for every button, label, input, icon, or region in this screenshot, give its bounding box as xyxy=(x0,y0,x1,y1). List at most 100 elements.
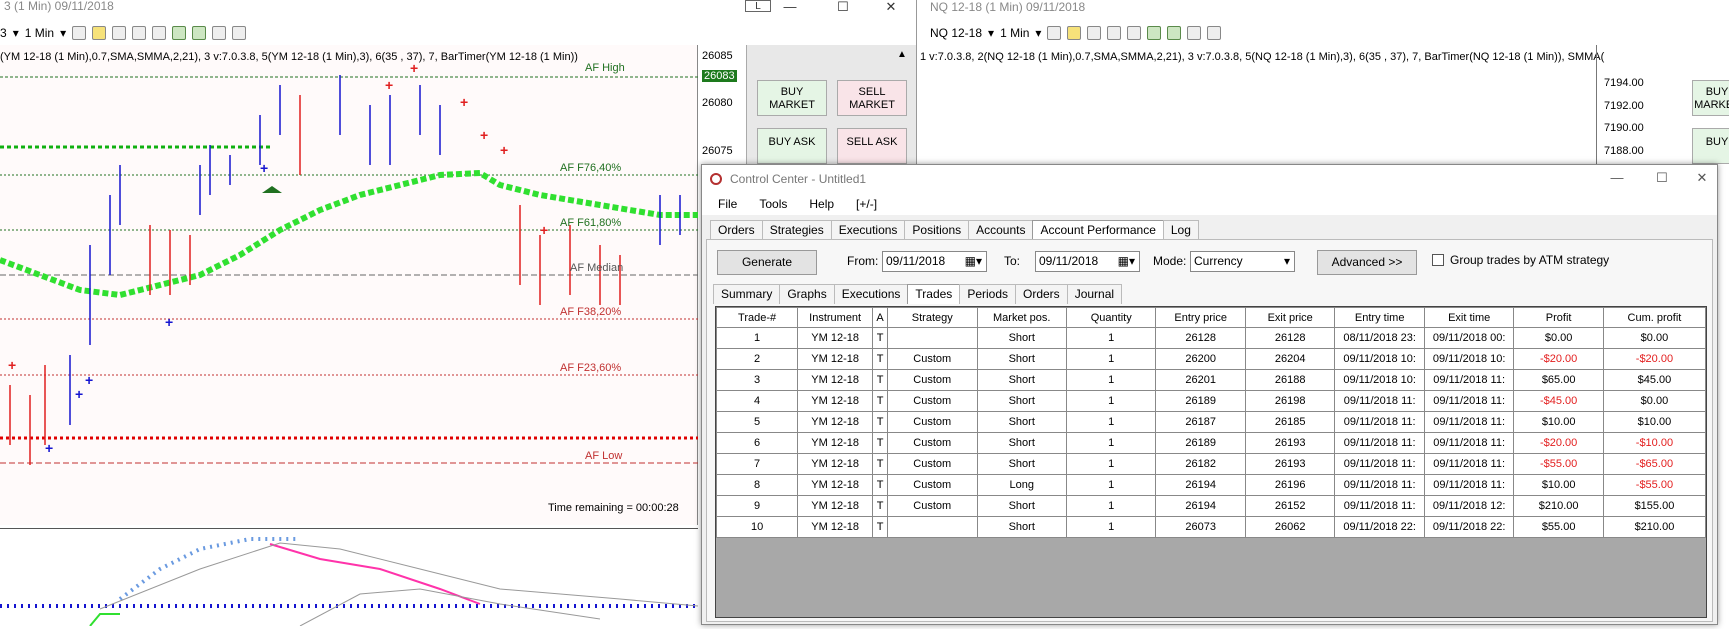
column-header[interactable]: Entry time xyxy=(1334,307,1425,328)
table-cell: T xyxy=(872,369,889,391)
column-header[interactable]: Quantity xyxy=(1065,307,1157,328)
table-row[interactable]: 2 YM 12-18 T Custom Short 1 26200 26204 09/11/20… xyxy=(715,348,1707,370)
from-date-field[interactable]: 09/11/2018 ▦▾ xyxy=(882,251,987,272)
chevron-down-icon[interactable]: ▾ xyxy=(1284,252,1290,271)
group-trades-checkbox[interactable] xyxy=(1432,254,1444,266)
minimize-icon[interactable]: — xyxy=(775,0,805,14)
menu-tools[interactable]: Tools xyxy=(759,197,787,211)
price-tick: 26085 xyxy=(702,50,733,62)
table-row[interactable]: 3 YM 12-18 T Custom Short 1 26201 26188 09/11/20… xyxy=(715,369,1707,391)
maximize-icon[interactable]: ☐ xyxy=(1647,171,1677,185)
bar-type-icon[interactable] xyxy=(1047,26,1062,40)
to-date-field[interactable]: 09/11/2018 ▦▾ xyxy=(1035,251,1140,272)
sell-market-button[interactable]: SELL MARKET xyxy=(837,80,907,116)
instrument-selector[interactable]: 3 xyxy=(0,26,7,40)
calendar-icon[interactable]: ▦▾ xyxy=(965,252,982,271)
maximize-icon[interactable]: ☐ xyxy=(828,0,858,14)
calendar-icon[interactable]: ▦▾ xyxy=(1118,252,1135,271)
properties-icon[interactable] xyxy=(232,26,247,40)
table-row[interactable]: 1 YM 12-18 T Short 1 26128 26128 08/11/2018 23:… xyxy=(715,327,1707,349)
table-row[interactable]: 5 YM 12-18 T Custom Short 1 26187 26185 09/11/20… xyxy=(715,411,1707,433)
table-row[interactable]: 4 YM 12-18 T Custom Short 1 26189 26198 09/11/20… xyxy=(715,390,1707,412)
column-header[interactable]: Entry price xyxy=(1155,307,1246,328)
subtab-trades[interactable]: Trades xyxy=(907,284,961,304)
tab-log[interactable]: Log xyxy=(1162,220,1199,240)
close-icon[interactable]: ✕ xyxy=(876,0,906,14)
template-icon[interactable] xyxy=(212,26,227,40)
subtab-periods[interactable]: Periods xyxy=(959,284,1016,304)
lower-indicator-panel[interactable] xyxy=(0,528,699,627)
drawing-pencil-icon[interactable] xyxy=(1067,26,1082,40)
table-row[interactable]: 7 YM 12-18 T Custom Short 1 26182 26193 09/11/20… xyxy=(715,453,1707,475)
table-cell: 8 xyxy=(715,474,799,496)
column-header[interactable]: A xyxy=(872,307,889,328)
menu-expand[interactable]: [+/-] xyxy=(856,197,877,211)
column-header[interactable]: Exit time xyxy=(1423,307,1515,328)
minimize-icon[interactable]: — xyxy=(1602,171,1632,185)
column-header[interactable]: Cum. profit xyxy=(1602,307,1707,328)
strategies-icon[interactable] xyxy=(1167,26,1182,40)
price-tick: 7188.00 xyxy=(1604,145,1644,157)
subtab-summary[interactable]: Summary xyxy=(713,284,781,304)
chevron-down-icon[interactable]: ▾ xyxy=(13,26,19,40)
subtab-graphs[interactable]: Graphs xyxy=(779,284,835,304)
menu-file[interactable]: File xyxy=(718,197,737,211)
column-header[interactable]: Profit xyxy=(1513,307,1604,328)
subtab-journal[interactable]: Journal xyxy=(1066,284,1123,304)
drawing-pencil-icon[interactable] xyxy=(92,26,107,40)
zoom-icon[interactable] xyxy=(152,26,167,40)
close-icon[interactable]: ✕ xyxy=(1687,171,1717,185)
scroll-up-icon[interactable]: ▲ xyxy=(897,49,907,60)
tab-orders[interactable]: Orders xyxy=(710,220,763,240)
bar-type-icon[interactable] xyxy=(72,26,87,40)
table-row[interactable]: 6 YM 12-18 T Custom Short 1 26189 26193 09/11/20… xyxy=(715,432,1707,454)
tab-accounts[interactable]: Accounts xyxy=(968,220,1034,240)
column-header[interactable]: Trade-# xyxy=(715,307,799,328)
tab-account-performance[interactable]: Account Performance xyxy=(1032,220,1164,240)
right-buy-ask-button[interactable]: BUY xyxy=(1692,128,1729,164)
tab-strategies[interactable]: Strategies xyxy=(761,220,832,240)
crosshair-icon[interactable] xyxy=(1107,26,1122,40)
tab-executions[interactable]: Executions xyxy=(830,220,906,240)
chevron-down-icon[interactable]: ▾ xyxy=(988,26,994,40)
menu-help[interactable]: Help xyxy=(809,197,834,211)
chevron-down-icon[interactable]: ▾ xyxy=(60,26,66,40)
interval-selector[interactable]: 1 Min xyxy=(1000,26,1029,40)
table-cell: 09/11/2018 11: xyxy=(1334,474,1425,496)
chevron-down-icon[interactable]: ▾ xyxy=(1035,26,1041,40)
table-row[interactable]: 8 YM 12-18 T Custom Long 1 26194 26196 09/11/201… xyxy=(715,474,1707,496)
table-row[interactable]: 10 YM 12-18 T Short 1 26073 26062 09/11/2018 22… xyxy=(715,516,1707,538)
table-cell: 09/11/2018 10: xyxy=(1423,348,1515,370)
table-row[interactable]: 9 YM 12-18 T Custom Short 1 26194 26152 09/11/20… xyxy=(715,495,1707,517)
generate-button[interactable]: Generate xyxy=(717,250,817,275)
column-header[interactable]: Instrument xyxy=(797,307,874,328)
tab-positions[interactable]: Positions xyxy=(904,220,970,240)
zoom-icon[interactable] xyxy=(1127,26,1142,40)
template-icon[interactable] xyxy=(1187,26,1202,40)
buy-ask-button[interactable]: BUY ASK xyxy=(757,128,827,164)
crosshair-icon[interactable] xyxy=(132,26,147,40)
chart-l-button[interactable]: L xyxy=(745,0,771,12)
properties-icon[interactable] xyxy=(1207,26,1222,40)
strategies-icon[interactable] xyxy=(192,26,207,40)
table-cell: 26194 xyxy=(1155,474,1246,496)
sell-ask-button[interactable]: SELL ASK xyxy=(837,128,907,164)
right-buy-market-button[interactable]: BUY MARKET xyxy=(1692,80,1729,116)
subtab-orders[interactable]: Orders xyxy=(1015,284,1068,304)
column-header[interactable]: Strategy xyxy=(887,307,978,328)
column-header[interactable]: Market pos. xyxy=(976,307,1067,328)
instrument-selector[interactable]: NQ 12-18 xyxy=(930,26,982,40)
indicators-icon[interactable] xyxy=(1147,26,1162,40)
indicators-icon[interactable] xyxy=(172,26,187,40)
pin-icon[interactable] xyxy=(1087,26,1102,40)
advanced-button[interactable]: Advanced >> xyxy=(1317,250,1417,275)
table-cell: 10 xyxy=(715,516,799,538)
column-header[interactable]: Exit price xyxy=(1244,307,1336,328)
buy-market-button[interactable]: BUY MARKET xyxy=(757,80,827,116)
interval-selector[interactable]: 1 Min xyxy=(25,26,54,40)
current-price-tag: 26083 xyxy=(702,70,737,82)
mode-select[interactable]: Currency ▾ xyxy=(1190,251,1295,272)
subtab-executions[interactable]: Executions xyxy=(833,284,909,304)
pin-icon[interactable] xyxy=(112,26,127,40)
left-price-plot[interactable]: + + + + + + + + + + + + AF High AF F76,40% AF F61,… xyxy=(0,45,698,525)
